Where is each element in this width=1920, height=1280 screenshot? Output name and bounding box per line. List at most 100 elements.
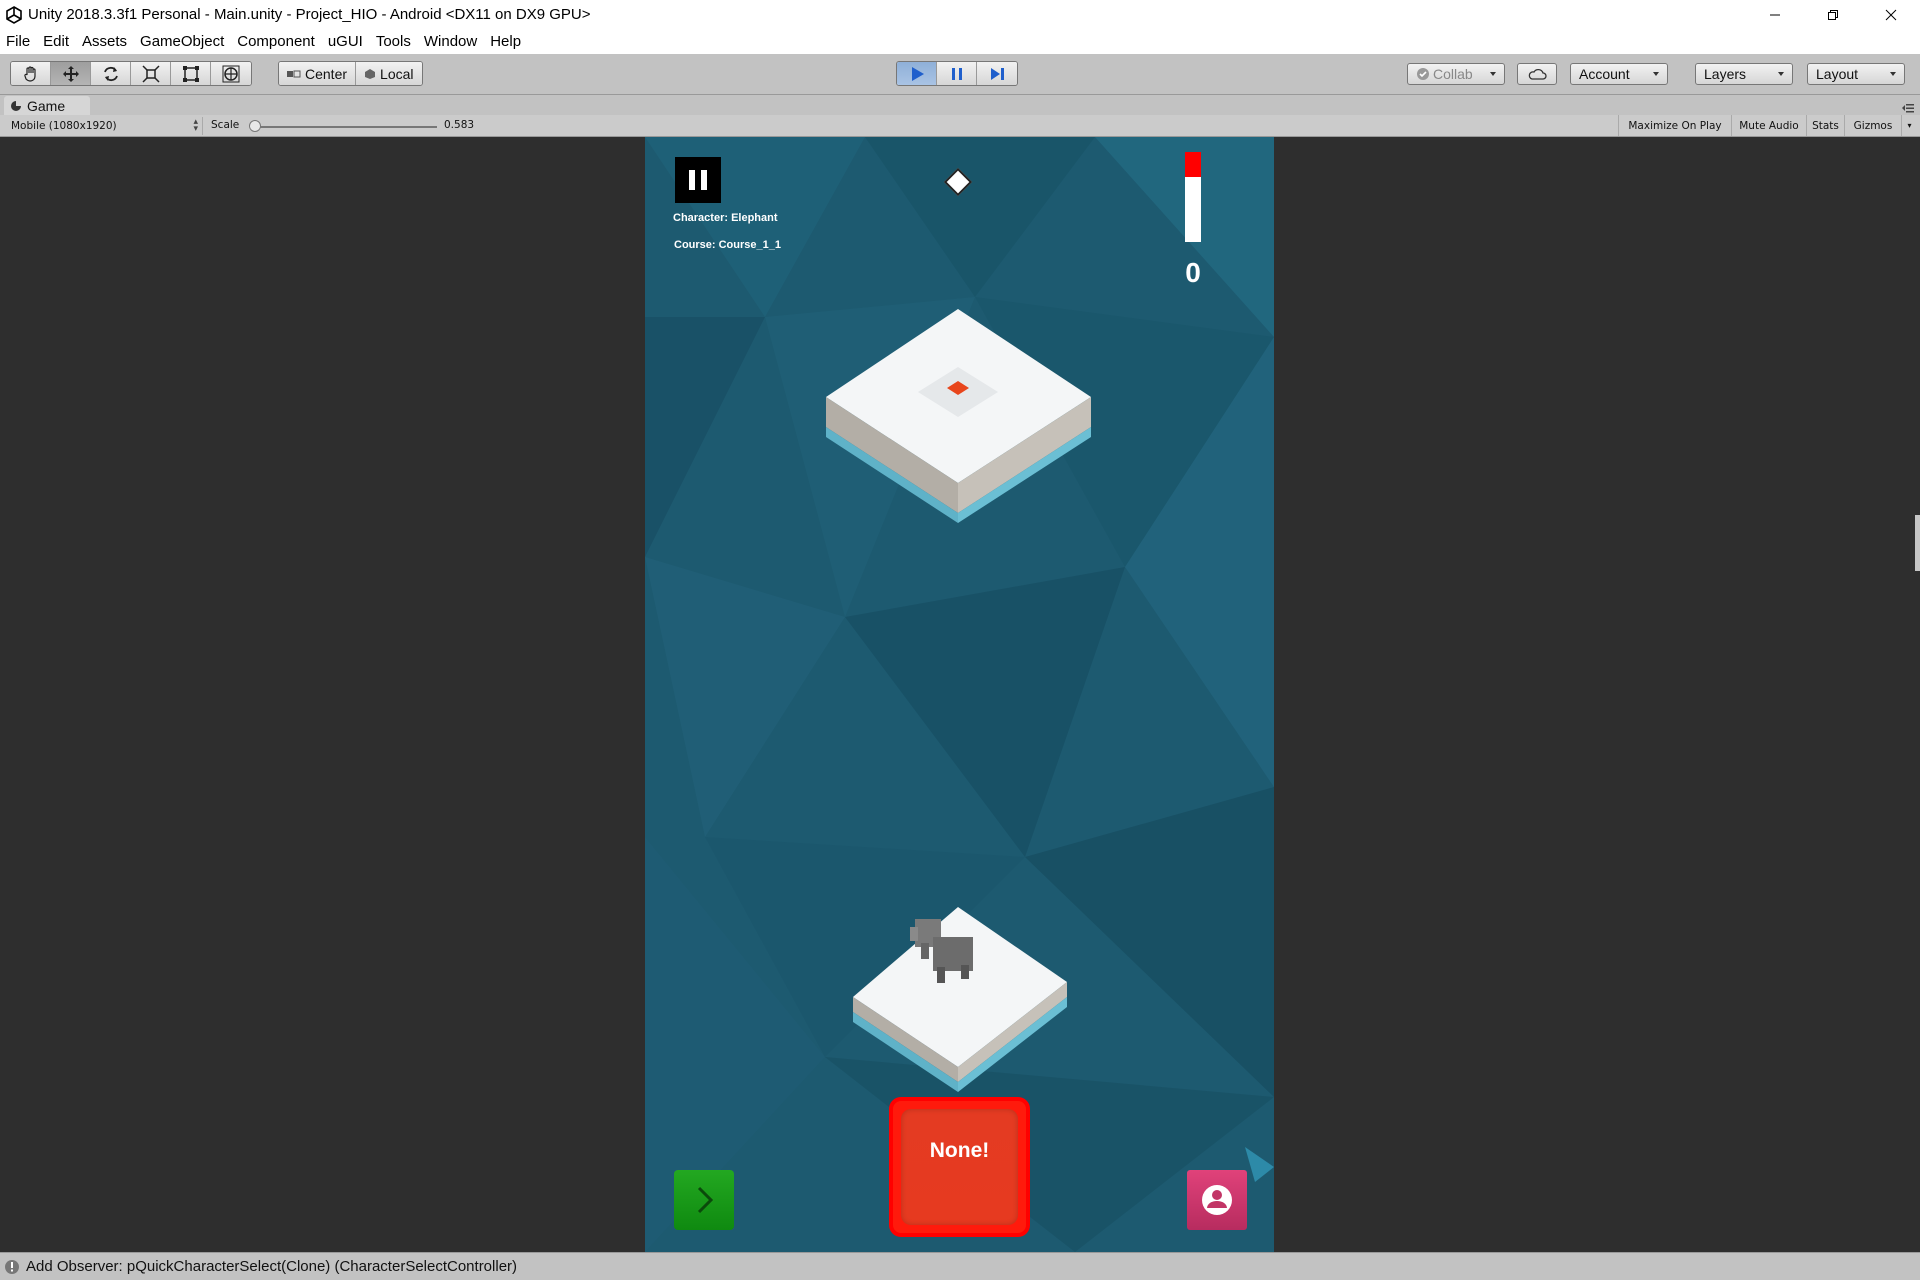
minimize-icon xyxy=(1770,14,1780,15)
pivot-center-toggle[interactable]: Center xyxy=(279,62,357,85)
transform-icon xyxy=(222,65,240,82)
game-screen[interactable]: Character: Elephant Course: Course_1_1 0… xyxy=(645,137,1274,1252)
pivot-center-label: Center xyxy=(305,65,348,82)
main-toolbar: Center Local Collab Account Layers Layou… xyxy=(0,54,1920,95)
menu-icon xyxy=(1902,104,1914,113)
play-controls xyxy=(896,61,1018,86)
gizmos-toggle[interactable]: Gizmos xyxy=(1844,115,1901,136)
minimize-button[interactable] xyxy=(1746,0,1804,29)
pivot-local-toggle[interactable]: Local xyxy=(356,62,422,85)
transform-tools xyxy=(10,61,252,86)
character-select-button[interactable] xyxy=(1187,1170,1247,1230)
stats-toggle[interactable]: Stats xyxy=(1806,115,1844,136)
hand-icon xyxy=(23,65,36,82)
collab-dropdown[interactable]: Collab xyxy=(1407,63,1505,85)
game-tab-header: Game xyxy=(0,95,1920,115)
scale-value: 0.583 xyxy=(444,119,475,131)
step-icon xyxy=(991,67,1004,80)
elephant-character xyxy=(910,919,973,983)
scale-tool-button[interactable] xyxy=(131,62,171,85)
power-meter-fill xyxy=(1185,152,1201,178)
close-icon xyxy=(1885,9,1897,20)
play-button[interactable] xyxy=(897,62,937,85)
play-icon xyxy=(911,66,924,81)
chevron-down-icon xyxy=(1778,72,1784,76)
power-meter xyxy=(1185,152,1201,242)
user-icon xyxy=(1202,1185,1232,1215)
game-icon xyxy=(11,100,21,111)
game-view: Character: Elephant Course: Course_1_1 0… xyxy=(0,137,1920,1252)
action-button[interactable]: None! xyxy=(889,1097,1030,1237)
collab-label: Collab xyxy=(1433,66,1473,82)
title-bar: Unity 2018.3.3f1 Personal - Main.unity -… xyxy=(0,0,1920,29)
status-bar: Add Observer: pQuickCharacterSelect(Clon… xyxy=(0,1252,1920,1280)
account-label: Account xyxy=(1579,66,1630,82)
move-tool-button[interactable] xyxy=(51,62,91,85)
menu-component[interactable]: Component xyxy=(237,33,315,50)
scale-slider-handle[interactable] xyxy=(249,120,261,132)
action-button-label: None! xyxy=(929,1139,990,1162)
menu-edit[interactable]: Edit xyxy=(43,33,69,50)
move-icon xyxy=(62,65,79,82)
resolution-dropdown[interactable]: Mobile (1080x1920) ▴ ▾ xyxy=(5,117,203,135)
hand-tool-button[interactable] xyxy=(11,62,51,85)
pause-icon xyxy=(689,170,695,190)
rect-tool-icon xyxy=(182,65,199,82)
chevron-down-icon xyxy=(1653,72,1659,76)
restore-icon xyxy=(1828,9,1838,20)
check-icon xyxy=(1417,68,1429,80)
status-message[interactable]: Add Observer: pQuickCharacterSelect(Clon… xyxy=(26,1258,517,1275)
layers-dropdown[interactable]: Layers xyxy=(1695,63,1793,85)
pause-button[interactable] xyxy=(937,62,977,85)
layout-label: Layout xyxy=(1816,66,1859,82)
chevron-right-icon xyxy=(697,1186,714,1214)
scale-icon xyxy=(141,64,160,83)
menu-gameobject[interactable]: GameObject xyxy=(140,33,224,50)
game-tab[interactable]: Game xyxy=(4,96,90,115)
score-text: 0 xyxy=(1185,257,1201,288)
scale-label: Scale xyxy=(211,119,240,131)
restore-button[interactable] xyxy=(1804,0,1862,29)
close-button[interactable] xyxy=(1862,0,1920,29)
rotate-icon xyxy=(103,66,118,81)
pivot-center-icon xyxy=(287,70,301,77)
local-space-icon xyxy=(365,68,376,79)
menu-assets[interactable]: Assets xyxy=(82,33,127,50)
unity-logo-icon xyxy=(6,5,22,24)
side-scrollbar[interactable] xyxy=(1915,515,1920,571)
maximize-on-play-toggle[interactable]: Maximize On Play xyxy=(1618,115,1731,136)
menu-file[interactable]: File xyxy=(6,33,30,50)
menu-tools[interactable]: Tools xyxy=(376,33,411,50)
layout-dropdown[interactable]: Layout xyxy=(1807,63,1905,85)
menu-help[interactable]: Help xyxy=(490,33,521,50)
cloud-icon xyxy=(1528,68,1547,80)
cloud-button[interactable] xyxy=(1517,63,1557,85)
info-icon xyxy=(5,1259,19,1274)
updown-icon: ▴ ▾ xyxy=(193,117,198,134)
rotate-tool-button[interactable] xyxy=(91,62,131,85)
window-title: Unity 2018.3.3f1 Personal - Main.unity -… xyxy=(28,6,591,23)
chevron-down-icon xyxy=(1490,72,1496,76)
game-view-toolbar: Mobile (1080x1920) ▴ ▾ Scale 0.583 Maximi… xyxy=(0,115,1920,137)
layers-label: Layers xyxy=(1704,66,1747,82)
character-text: Character: Elephant xyxy=(673,212,778,224)
resolution-label: Mobile (1080x1920) xyxy=(11,120,117,132)
gizmos-dropdown-button[interactable]: ▾ xyxy=(1901,115,1917,136)
chevron-down-icon xyxy=(1890,72,1896,76)
pivot-local-label: Local xyxy=(380,65,414,82)
course-text: Course: Course_1_1 xyxy=(674,239,781,251)
scale-slider-track[interactable] xyxy=(255,126,437,128)
rect-tool-button[interactable] xyxy=(171,62,211,85)
menu-ugui[interactable]: uGUI xyxy=(328,33,363,50)
next-button[interactable] xyxy=(674,1170,734,1230)
chevron-down-icon: ▾ xyxy=(1907,121,1912,130)
account-dropdown[interactable]: Account xyxy=(1570,63,1668,85)
game-tab-label: Game xyxy=(27,97,66,114)
transform-tool-button[interactable] xyxy=(211,62,251,85)
menu-bar: File Edit Assets GameObject Component uG… xyxy=(0,29,1920,54)
pause-icon xyxy=(951,67,962,80)
step-button[interactable] xyxy=(977,62,1017,85)
menu-window[interactable]: Window xyxy=(424,33,477,50)
game-pause-button[interactable] xyxy=(675,157,721,203)
mute-audio-toggle[interactable]: Mute Audio xyxy=(1731,115,1806,136)
